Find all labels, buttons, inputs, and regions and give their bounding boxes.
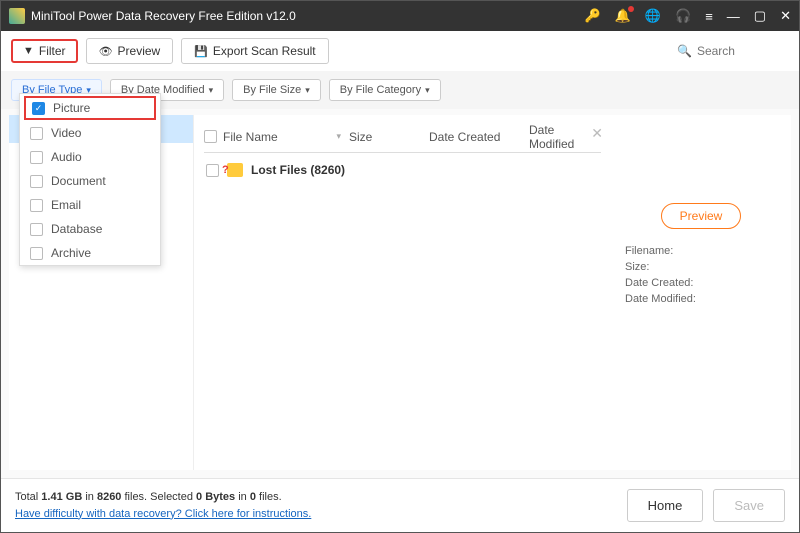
meta-size: Size: bbox=[625, 261, 777, 273]
minimize-icon[interactable]: — bbox=[727, 9, 740, 24]
col-date-created[interactable]: Date Created bbox=[429, 130, 529, 144]
checkbox-icon bbox=[30, 199, 43, 212]
search-input[interactable] bbox=[697, 44, 777, 58]
chevron-down-icon: ▾ bbox=[209, 85, 214, 96]
dropdown-item-email[interactable]: Email bbox=[20, 193, 160, 217]
question-mark-icon: ? bbox=[222, 164, 229, 176]
checkbox-icon bbox=[30, 151, 43, 164]
close-panel-icon[interactable]: ✕ bbox=[591, 125, 603, 142]
file-name-text: Lost Files (8260) bbox=[251, 163, 345, 177]
menu-icon[interactable]: ≡ bbox=[705, 9, 713, 24]
filter-label: Filter bbox=[39, 44, 66, 58]
row-checkbox[interactable] bbox=[206, 164, 219, 177]
col-size[interactable]: Size bbox=[349, 130, 429, 144]
chevron-down-icon: ▾ bbox=[305, 85, 310, 96]
col-label: File Name bbox=[223, 130, 278, 144]
t: in bbox=[235, 491, 250, 503]
globe-icon[interactable]: 🌐 bbox=[645, 8, 661, 24]
t: Total bbox=[15, 491, 41, 503]
file-list-panel: ✕ File Name ▾ Size Date Created Date Modi… bbox=[194, 115, 611, 470]
dropdown-label: Archive bbox=[51, 246, 91, 260]
preview-label: Preview bbox=[118, 44, 161, 58]
col-file-name[interactable]: File Name ▾ bbox=[204, 130, 349, 144]
eye-icon: 👁 bbox=[99, 45, 113, 58]
meta-date-modified: Date Modified: bbox=[625, 293, 777, 305]
dropdown-item-archive[interactable]: Archive bbox=[20, 241, 160, 265]
col-label: Date Created bbox=[429, 130, 500, 144]
sort-icon: ▾ bbox=[336, 131, 341, 142]
chip-label: By File Size bbox=[243, 84, 301, 96]
selected-size: 0 Bytes bbox=[196, 491, 235, 503]
close-icon[interactable]: ✕ bbox=[780, 8, 791, 24]
key-icon[interactable]: 🔑 bbox=[584, 8, 600, 24]
details-panel: Preview Filename: Size: Date Created: Da… bbox=[611, 115, 791, 470]
app-icon bbox=[9, 8, 25, 24]
total-size: 1.41 GB bbox=[41, 491, 82, 503]
dropdown-item-audio[interactable]: Audio bbox=[20, 145, 160, 169]
search-icon: 🔍 bbox=[677, 44, 692, 58]
t: files. bbox=[256, 491, 282, 503]
col-label: Date Modified bbox=[529, 123, 601, 151]
dropdown-label: Database bbox=[51, 222, 102, 236]
t: files. Selected bbox=[121, 491, 196, 503]
save-icon: 💾 bbox=[194, 45, 208, 58]
bell-icon[interactable]: 🔔 bbox=[615, 8, 631, 24]
checkbox-icon bbox=[30, 223, 43, 236]
t: in bbox=[82, 491, 97, 503]
chevron-down-icon: ▾ bbox=[425, 85, 430, 96]
dropdown-item-database[interactable]: Database bbox=[20, 217, 160, 241]
checkbox-icon bbox=[30, 247, 43, 260]
maximize-icon[interactable]: ▢ bbox=[754, 8, 766, 24]
dropdown-label: Audio bbox=[51, 150, 82, 164]
home-button[interactable]: Home bbox=[627, 489, 704, 522]
export-label: Export Scan Result bbox=[213, 44, 316, 58]
footer-summary: Total 1.41 GB in 8260 files. Selected 0 … bbox=[15, 489, 311, 522]
dropdown-item-video[interactable]: Video bbox=[20, 121, 160, 145]
table-row[interactable]: ? Lost Files (8260) bbox=[204, 153, 601, 177]
titlebar-controls: 🔑 🔔 🌐 🎧 ≡ — ▢ ✕ bbox=[584, 8, 791, 24]
col-label: Size bbox=[349, 130, 372, 144]
toolbar: ▼ Filter 👁 Preview 💾 Export Scan Result 🔍 bbox=[1, 31, 799, 71]
search-box[interactable]: 🔍 bbox=[669, 40, 789, 62]
headphones-icon[interactable]: 🎧 bbox=[675, 8, 691, 24]
dropdown-item-picture[interactable]: ✓ Picture bbox=[24, 96, 156, 120]
save-button[interactable]: Save bbox=[713, 489, 785, 522]
table-header: File Name ▾ Size Date Created Date Modifi… bbox=[204, 121, 601, 153]
notification-dot bbox=[628, 6, 634, 12]
filter-icon: ▼ bbox=[23, 45, 34, 57]
dropdown-label: Video bbox=[51, 126, 81, 140]
dropdown-item-document[interactable]: Document bbox=[20, 169, 160, 193]
preview-file-button[interactable]: Preview bbox=[661, 203, 742, 229]
file-type-dropdown: ✓ Picture Video Audio Document Email Data… bbox=[19, 93, 161, 266]
meta-filename: Filename: bbox=[625, 245, 777, 257]
chip-by-file-category[interactable]: By File Category ▾ bbox=[329, 79, 441, 101]
dropdown-label: Email bbox=[51, 198, 81, 212]
total-files: 8260 bbox=[97, 491, 121, 503]
checkbox-icon bbox=[30, 127, 43, 140]
export-button[interactable]: 💾 Export Scan Result bbox=[181, 38, 328, 64]
help-link[interactable]: Have difficulty with data recovery? Clic… bbox=[15, 506, 311, 523]
preview-button[interactable]: 👁 Preview bbox=[86, 38, 174, 64]
checkbox-icon bbox=[30, 175, 43, 188]
folder-icon: ? bbox=[227, 163, 243, 177]
footer-buttons: Home Save bbox=[627, 489, 785, 522]
filter-button[interactable]: ▼ Filter bbox=[11, 39, 78, 63]
col-date-modified[interactable]: Date Modified bbox=[529, 123, 601, 151]
chip-label: By File Category bbox=[340, 84, 421, 96]
checkbox-checked-icon: ✓ bbox=[32, 102, 45, 115]
app-title: MiniTool Power Data Recovery Free Editio… bbox=[31, 9, 584, 23]
select-all-checkbox[interactable] bbox=[204, 130, 217, 143]
dropdown-label: Picture bbox=[53, 101, 90, 115]
footer: Total 1.41 GB in 8260 files. Selected 0 … bbox=[1, 478, 799, 532]
meta-date-created: Date Created: bbox=[625, 277, 777, 289]
chip-by-file-size[interactable]: By File Size ▾ bbox=[232, 79, 321, 101]
titlebar: MiniTool Power Data Recovery Free Editio… bbox=[1, 1, 799, 31]
dropdown-label: Document bbox=[51, 174, 106, 188]
